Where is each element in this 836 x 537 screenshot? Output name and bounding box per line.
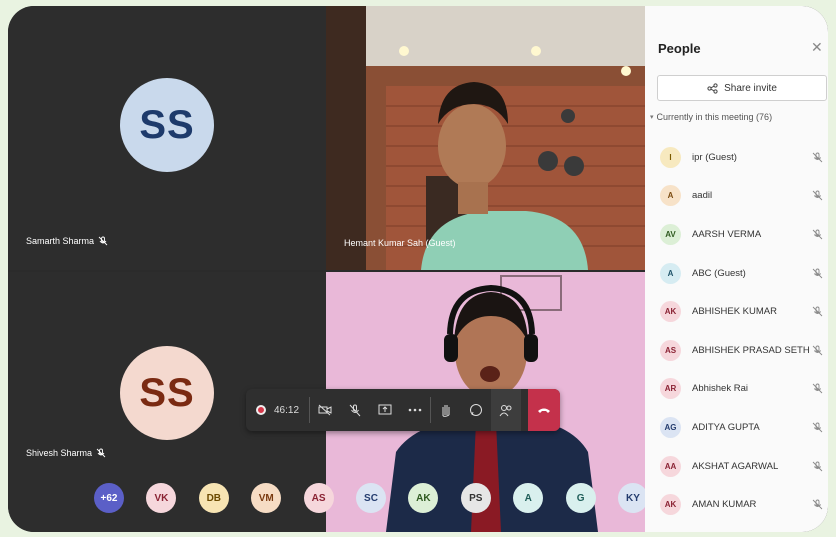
hang-up-icon (538, 408, 550, 413)
raise-hand-icon (442, 405, 450, 417)
mic-off-icon (812, 190, 823, 201)
participant-name: ABHISHEK PRASAD SETH (692, 344, 810, 356)
participant-chip[interactable]: A (513, 483, 544, 513)
participant-avatar: AV (660, 223, 681, 245)
participant-avatar: AA (660, 455, 681, 477)
participant-name-tag: Samarth Sharma (26, 236, 108, 246)
mic-off-icon (349, 404, 361, 416)
participant-row[interactable]: AS ABHISHEK PRASAD SETH (645, 331, 828, 370)
share-invite-label: Share invite (724, 82, 777, 94)
participant-name: AARSH VERMA (692, 228, 762, 240)
participant-name: AKSHAT AGARWAL (692, 460, 779, 472)
camera-off-icon (318, 404, 332, 416)
chevron-down-icon: ▾ (650, 114, 654, 121)
participant-avatar: A (660, 185, 681, 207)
participant-list: Iipr (Guest) Aaadil AV AARSH VERMA A ABC (Gue… (645, 138, 828, 524)
participant-row[interactable]: AK AMAN KUMAR (645, 485, 828, 524)
chat-icon (470, 404, 483, 416)
participant-name: Abhishek Rai (692, 383, 748, 395)
participant-row[interactable]: A ABC (Guest) (645, 254, 828, 293)
recording-indicator: 46:12 (246, 405, 309, 416)
participant-row[interactable]: AG ADITYA GUPTA (645, 408, 828, 447)
share-icon (707, 82, 718, 94)
more-icon (408, 408, 422, 412)
mic-off-icon (812, 499, 823, 510)
mic-off-icon (812, 383, 823, 394)
participant-name: ipr (Guest) (692, 151, 737, 163)
participant-name-tag: Hemant Kumar Sah (Guest) (344, 238, 456, 248)
participant-chip[interactable]: PS (460, 483, 491, 513)
participant-name-tag: Shivesh Sharma (26, 448, 106, 458)
mic-off-icon (96, 448, 106, 458)
participant-name: AMAN KUMAR (692, 499, 757, 511)
participant-name: aadil (692, 190, 713, 202)
hang-up-button[interactable] (528, 389, 560, 431)
section-label: Currently in this meeting (76) (656, 112, 773, 122)
participant-row[interactable]: AA AKSHAT AGARWAL (645, 447, 828, 486)
participant-chip[interactable]: VM (251, 483, 282, 513)
participant-row[interactable]: AK ABHISHEK KUMAR (645, 292, 828, 331)
participant-avatar: A (660, 262, 681, 284)
participant-name: ADITYA GUPTA (692, 421, 760, 433)
chat-button[interactable] (461, 389, 491, 431)
share-screen-button[interactable] (370, 389, 400, 431)
meeting-window: SS Samarth Sharma Hemant Kumar Sah (Gues… (8, 6, 828, 532)
participant-name: ABHISHEK KUMAR (692, 306, 777, 318)
share-screen-icon (378, 404, 392, 415)
participant-chip[interactable]: SC (356, 483, 386, 513)
participant-chip[interactable]: G (565, 483, 596, 513)
participant-name: ABC (Guest) (692, 267, 746, 279)
raise-hand-button[interactable] (431, 389, 461, 431)
participant-avatar: SS (120, 346, 214, 440)
mic-off-icon (98, 236, 108, 246)
participant-name: Shivesh Sharma (26, 448, 93, 458)
mic-off-icon (812, 268, 823, 278)
more-participants-chip[interactable]: +62 (94, 483, 124, 513)
record-icon (256, 405, 266, 415)
video-tile-samarth[interactable]: SS Samarth Sharma (8, 6, 326, 270)
meeting-toolbar: 46:12 (246, 389, 560, 431)
participant-row[interactable]: AV AARSH VERMA (645, 215, 828, 254)
mic-off-icon (812, 345, 823, 356)
more-options-button[interactable] (400, 389, 430, 431)
participant-chip[interactable]: DB (198, 483, 229, 513)
participant-avatar: I (660, 146, 681, 168)
participant-avatar: SS (120, 78, 214, 172)
participant-name: Samarth Sharma (26, 236, 95, 246)
participant-chip[interactable]: KY (618, 483, 648, 513)
people-button[interactable] (491, 389, 522, 431)
panel-title: People (658, 41, 701, 56)
video-feed (326, 6, 645, 270)
participant-avatar: AS (660, 339, 681, 361)
participant-avatar: AR (660, 378, 681, 400)
close-icon[interactable]: ✕ (811, 39, 823, 56)
mic-toggle-button[interactable] (340, 389, 370, 431)
video-tile-hemant[interactable]: Hemant Kumar Sah (Guest) (326, 6, 645, 270)
mic-off-icon (812, 229, 823, 240)
share-invite-button[interactable]: Share invite (657, 75, 827, 101)
mic-off-icon (812, 306, 823, 317)
meeting-timer: 46:12 (274, 404, 300, 416)
participant-row[interactable]: Iipr (Guest) (645, 138, 828, 177)
people-panel: People ✕ Share invite ▾ Currently in thi… (645, 6, 828, 532)
participant-chip[interactable]: AS (303, 483, 334, 513)
meeting-section-header[interactable]: ▾ Currently in this meeting (76) (650, 112, 772, 122)
mic-off-icon (812, 461, 823, 471)
participant-avatar: AK (660, 301, 681, 323)
participant-row[interactable]: Aaadil (645, 177, 828, 216)
participant-avatar: AG (660, 416, 681, 438)
participant-name: Hemant Kumar Sah (Guest) (344, 238, 456, 248)
mic-off-icon (812, 422, 823, 433)
camera-toggle-button[interactable] (310, 389, 340, 431)
people-icon (499, 404, 512, 416)
participant-avatar: AK (660, 494, 681, 516)
mic-off-icon (812, 152, 823, 163)
participant-row[interactable]: AR Abhishek Rai (645, 370, 828, 409)
